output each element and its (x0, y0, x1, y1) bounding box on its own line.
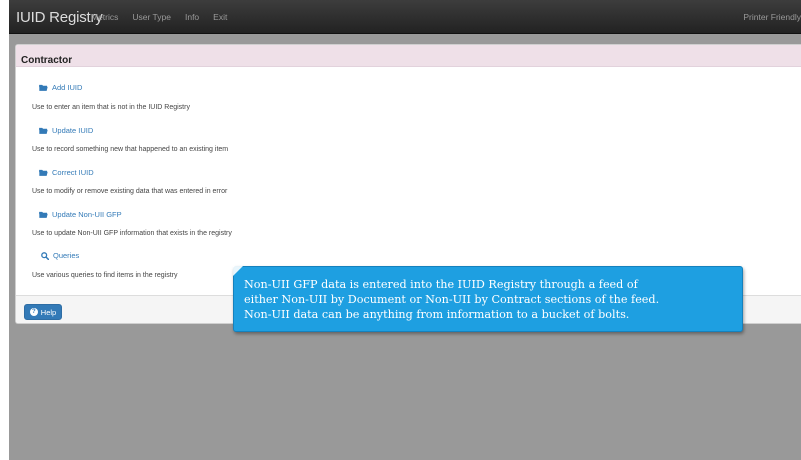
top-navbar: IUID Registry Metrics User Type Info Exi… (9, 0, 801, 34)
folder-open-icon (39, 84, 48, 91)
update-iuid-link[interactable]: Update IUID (39, 126, 93, 135)
folder-open-icon (39, 169, 48, 176)
queries-description: Use various queries to find items in the… (32, 272, 178, 279)
update-non-uii-gfp-description: Use to update Non-UII GFP information th… (32, 230, 232, 237)
brand-title[interactable]: IUID Registry (16, 9, 103, 26)
nav-link-info[interactable]: Info (185, 12, 199, 22)
printer-friendly-link[interactable]: Printer Friendly (743, 12, 801, 22)
folder-open-icon (39, 127, 48, 134)
update-non-uii-gfp-label: Update Non-UII GFP (52, 210, 122, 219)
queries-label: Queries (53, 251, 80, 260)
queries-link[interactable]: Queries (41, 251, 79, 260)
question-circle-icon: ? (29, 308, 38, 316)
add-iuid-link[interactable]: Add IUID (39, 83, 82, 92)
nav-link-user-type[interactable]: User Type (132, 12, 171, 22)
callout-text: Non-UII GFP data is entered into the IUI… (244, 278, 660, 321)
update-non-uii-gfp-link[interactable]: Update Non-UII GFP (39, 210, 122, 219)
nav-menu: Metrics User Type Info Exit (91, 12, 241, 22)
nav-link-exit[interactable]: Exit (213, 12, 227, 22)
correct-iuid-label: Correct IUID (52, 168, 94, 177)
correct-iuid-link[interactable]: Correct IUID (39, 168, 94, 177)
correct-iuid-description: Use to modify or remove existing data th… (32, 188, 228, 195)
tutorial-callout: Non-UII GFP data is entered into the IUI… (233, 266, 743, 332)
help-button[interactable]: ? Help (24, 304, 62, 320)
add-iuid-description: Use to enter an item that is not in the … (32, 104, 190, 111)
panel-title: Contractor (21, 55, 73, 66)
panel-body: Add IUID Use to enter an item that is no… (16, 67, 801, 295)
callout-corner-fold (233, 266, 243, 276)
search-icon (41, 251, 49, 260)
folder-open-icon (39, 211, 48, 218)
help-button-label: Help (40, 307, 57, 317)
panel-heading: Contractor (16, 45, 801, 67)
add-iuid-label: Add IUID (52, 83, 83, 92)
update-iuid-description: Use to record something new that happene… (32, 146, 229, 153)
update-iuid-label: Update IUID (52, 126, 94, 135)
nav-link-metrics[interactable]: Metrics (91, 12, 118, 22)
